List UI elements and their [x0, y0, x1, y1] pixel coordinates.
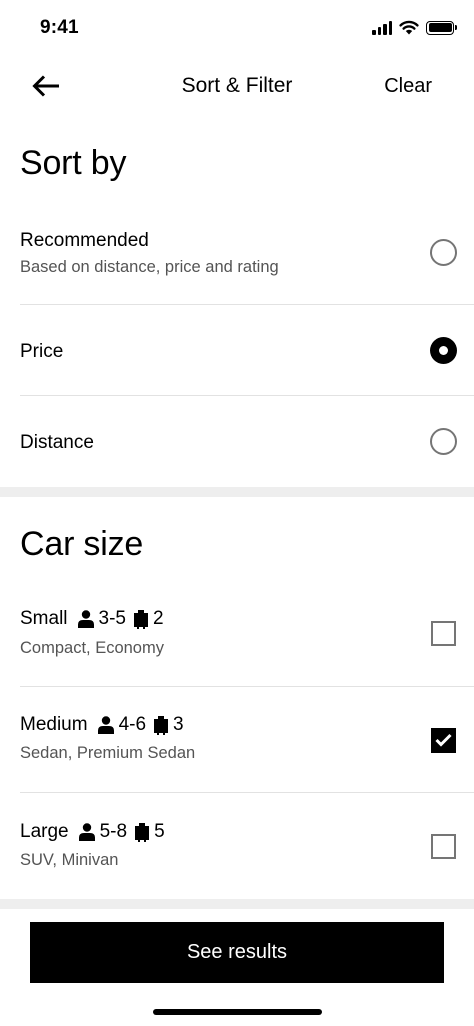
sort-filter-screen: 9:41 Sort & Filter Clear Sort by Recomme… — [0, 0, 474, 1026]
luggage-count: 2 — [152, 608, 164, 629]
sort-option-distance[interactable]: Distance — [0, 396, 474, 486]
car-size-option-small[interactable]: Small 3-5 2 Compact, Economy — [0, 590, 474, 686]
luggage-icon — [135, 822, 150, 842]
status-icons — [372, 20, 458, 35]
clear-button[interactable]: Clear — [384, 75, 432, 98]
nav-bar: Sort & Filter Clear — [0, 56, 474, 118]
section-separator — [0, 487, 474, 497]
sort-option-recommended[interactable]: Recommended Based on distance, price and… — [0, 214, 474, 304]
sort-option-label: Recommended — [20, 230, 149, 251]
person-icon — [77, 610, 94, 628]
car-size-label: Medium — [20, 714, 88, 735]
sort-option-subtitle: Based on distance, price and rating — [20, 258, 279, 276]
luggage-icon — [133, 609, 148, 629]
car-size-meta: 5-8 5 — [78, 821, 173, 843]
car-size-subtitle: Compact, Economy — [20, 639, 164, 657]
car-size-label-row: Medium 4-6 3 — [20, 714, 192, 736]
car-size-subtitle: Sedan, Premium Sedan — [20, 744, 196, 762]
car-size-subtitle: SUV, Minivan — [20, 851, 119, 869]
checkbox-small[interactable] — [431, 621, 456, 646]
car-size-option-medium[interactable]: Medium 4-6 3 Sedan, Premium Sedan — [0, 687, 474, 792]
signal-icon — [372, 20, 392, 35]
status-bar: 9:41 — [0, 0, 474, 56]
checkbox-medium[interactable] — [431, 728, 456, 753]
radio-recommended[interactable] — [430, 239, 457, 266]
status-time: 9:41 — [40, 17, 79, 38]
sort-option-label: Distance — [20, 432, 94, 453]
car-size-label-row: Large 5-8 5 — [20, 821, 173, 843]
checkmark-icon — [435, 733, 452, 747]
passenger-count: 3-5 — [98, 608, 126, 629]
car-size-option-large[interactable]: Large 5-8 5 SUV, Minivan — [0, 793, 474, 899]
passenger-count: 4-6 — [118, 714, 147, 735]
radio-distance[interactable] — [430, 428, 457, 455]
luggage-count: 3 — [173, 714, 184, 735]
car-size-label: Small — [20, 608, 68, 629]
car-size-section-title: Car size — [20, 525, 144, 563]
home-indicator — [153, 1009, 322, 1015]
battery-icon — [426, 20, 458, 35]
radio-price[interactable] — [430, 337, 457, 364]
car-size-label-row: Small 3-5 2 — [20, 608, 172, 630]
section-separator — [0, 899, 474, 909]
wifi-icon — [399, 20, 419, 35]
luggage-icon — [154, 715, 169, 735]
see-results-button[interactable]: See results — [30, 922, 444, 983]
sort-section-title: Sort by — [20, 144, 127, 182]
checkbox-large[interactable] — [431, 834, 456, 859]
person-icon — [97, 716, 114, 734]
car-size-label: Large — [20, 821, 69, 842]
car-size-meta: 3-5 2 — [77, 608, 172, 630]
sort-option-price[interactable]: Price — [0, 305, 474, 395]
car-size-meta: 4-6 3 — [97, 714, 192, 736]
person-icon — [78, 823, 95, 841]
luggage-count: 5 — [154, 821, 165, 842]
sort-option-label: Price — [20, 341, 64, 362]
passenger-count: 5-8 — [99, 821, 128, 842]
